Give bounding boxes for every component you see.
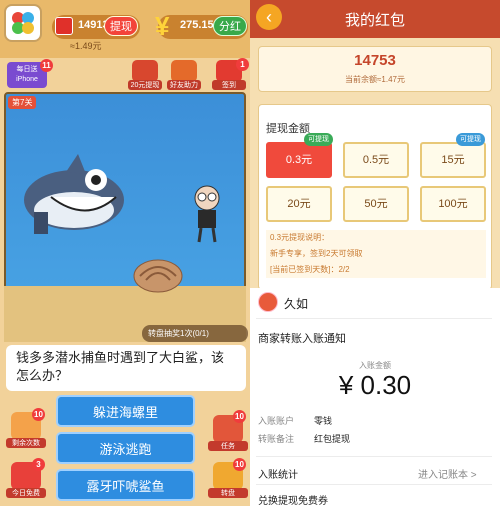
avatar xyxy=(258,292,278,312)
answer-option-3[interactable]: 露牙吓唬鲨鱼 xyxy=(56,469,195,501)
checkin-badge: 1 xyxy=(236,58,249,71)
shark-illustration xyxy=(24,154,124,234)
lottery-chance[interactable]: 转盘抽奖1次(0/1) xyxy=(142,325,248,342)
tool-label: 好友助力 xyxy=(167,80,201,90)
divider xyxy=(256,456,492,457)
tries-badge: 10 xyxy=(32,408,45,421)
bonus-button[interactable]: 分红 xyxy=(213,16,247,36)
question-text: 钱多多潜水捕鱼时遇到了大白鲨，该怎么办？ xyxy=(6,345,246,391)
money-bag-button[interactable]: 20元提现 xyxy=(128,60,162,90)
conch-shell-illustration xyxy=(133,259,183,293)
amount-value: ¥ 0.30 xyxy=(338,370,412,400)
diver-illustration xyxy=(194,185,220,243)
row-value: 零钱 xyxy=(314,416,333,426)
sender-name: 久如 xyxy=(284,297,309,311)
cash-balance: 275.15 xyxy=(180,19,214,31)
withdraw-button[interactable]: 提现 xyxy=(104,16,138,36)
wallet-title: 我的红包 xyxy=(344,12,405,29)
amount-option[interactable]: 0.3元 xyxy=(266,142,332,178)
withdrawable-tag: 可提现 xyxy=(456,133,485,146)
amount-option[interactable]: 100元 xyxy=(420,186,486,222)
side-label: 剩余次数 xyxy=(6,438,46,448)
side-label: 今日免费 xyxy=(6,488,46,498)
level-badge: 第7关 xyxy=(8,96,37,109)
note-line: 0.3元提现说明： xyxy=(270,233,330,242)
tool-label: 签到 xyxy=(212,80,246,90)
ledger-link[interactable]: 进入记账本 > xyxy=(418,466,477,481)
side-label: 任务 xyxy=(208,441,248,451)
amount-option[interactable]: 0.5元 xyxy=(343,142,409,178)
divider xyxy=(256,484,492,485)
iphone-badge: 11 xyxy=(40,59,53,72)
amount-option[interactable]: 50元 xyxy=(343,186,409,222)
wallet-balance-sub: 当前余额≈1.47元 xyxy=(345,75,405,84)
stat-label: 入账统计 xyxy=(258,470,298,481)
notice-title: 商家转账入账通知 xyxy=(258,333,346,345)
row-value: 红包提现 xyxy=(314,434,351,444)
yuan-icon: ¥ xyxy=(155,11,170,41)
side-label: 转盘 xyxy=(208,488,248,498)
answer-option-1[interactable]: 躲进海螺里 xyxy=(56,395,195,427)
money-bag-icon xyxy=(132,60,158,82)
answer-option-2[interactable]: 游泳逃跑 xyxy=(56,432,195,464)
wheel-badge: 10 xyxy=(233,458,246,471)
free-badge: 3 xyxy=(32,458,45,471)
row-key: 入账账户 xyxy=(258,416,295,426)
redeem-voucher-row[interactable]: 兑换提现免费券 xyxy=(258,492,328,507)
note-line: [当前已签到天数]：2/2 xyxy=(270,265,350,274)
withdrawable-tag: 可提现 xyxy=(304,133,333,146)
red-packet-icon xyxy=(55,17,73,35)
withdraw-title: 提现金额 xyxy=(266,123,310,135)
amount-option[interactable]: 20元 xyxy=(266,186,332,222)
wallet-balance: 14753 xyxy=(354,52,396,69)
amount-option[interactable]: 15元 xyxy=(420,142,486,178)
gift-box-icon xyxy=(171,60,197,82)
tool-label: 20元提现 xyxy=(128,80,162,90)
app-logo-icon xyxy=(4,4,42,42)
friend-help-button[interactable]: 好友助力 xyxy=(167,60,201,90)
divider xyxy=(256,318,492,319)
task-badge: 10 xyxy=(233,410,246,423)
withdraw-notes: 0.3元提现说明： 新手专享，签到2天可领取 [当前已签到天数]：2/2 xyxy=(266,230,486,278)
coin-value: ≈1.49元 xyxy=(70,41,102,51)
row-key: 转账备注 xyxy=(258,434,295,444)
note-line: 新手专享，签到2天可领取 xyxy=(270,249,363,258)
